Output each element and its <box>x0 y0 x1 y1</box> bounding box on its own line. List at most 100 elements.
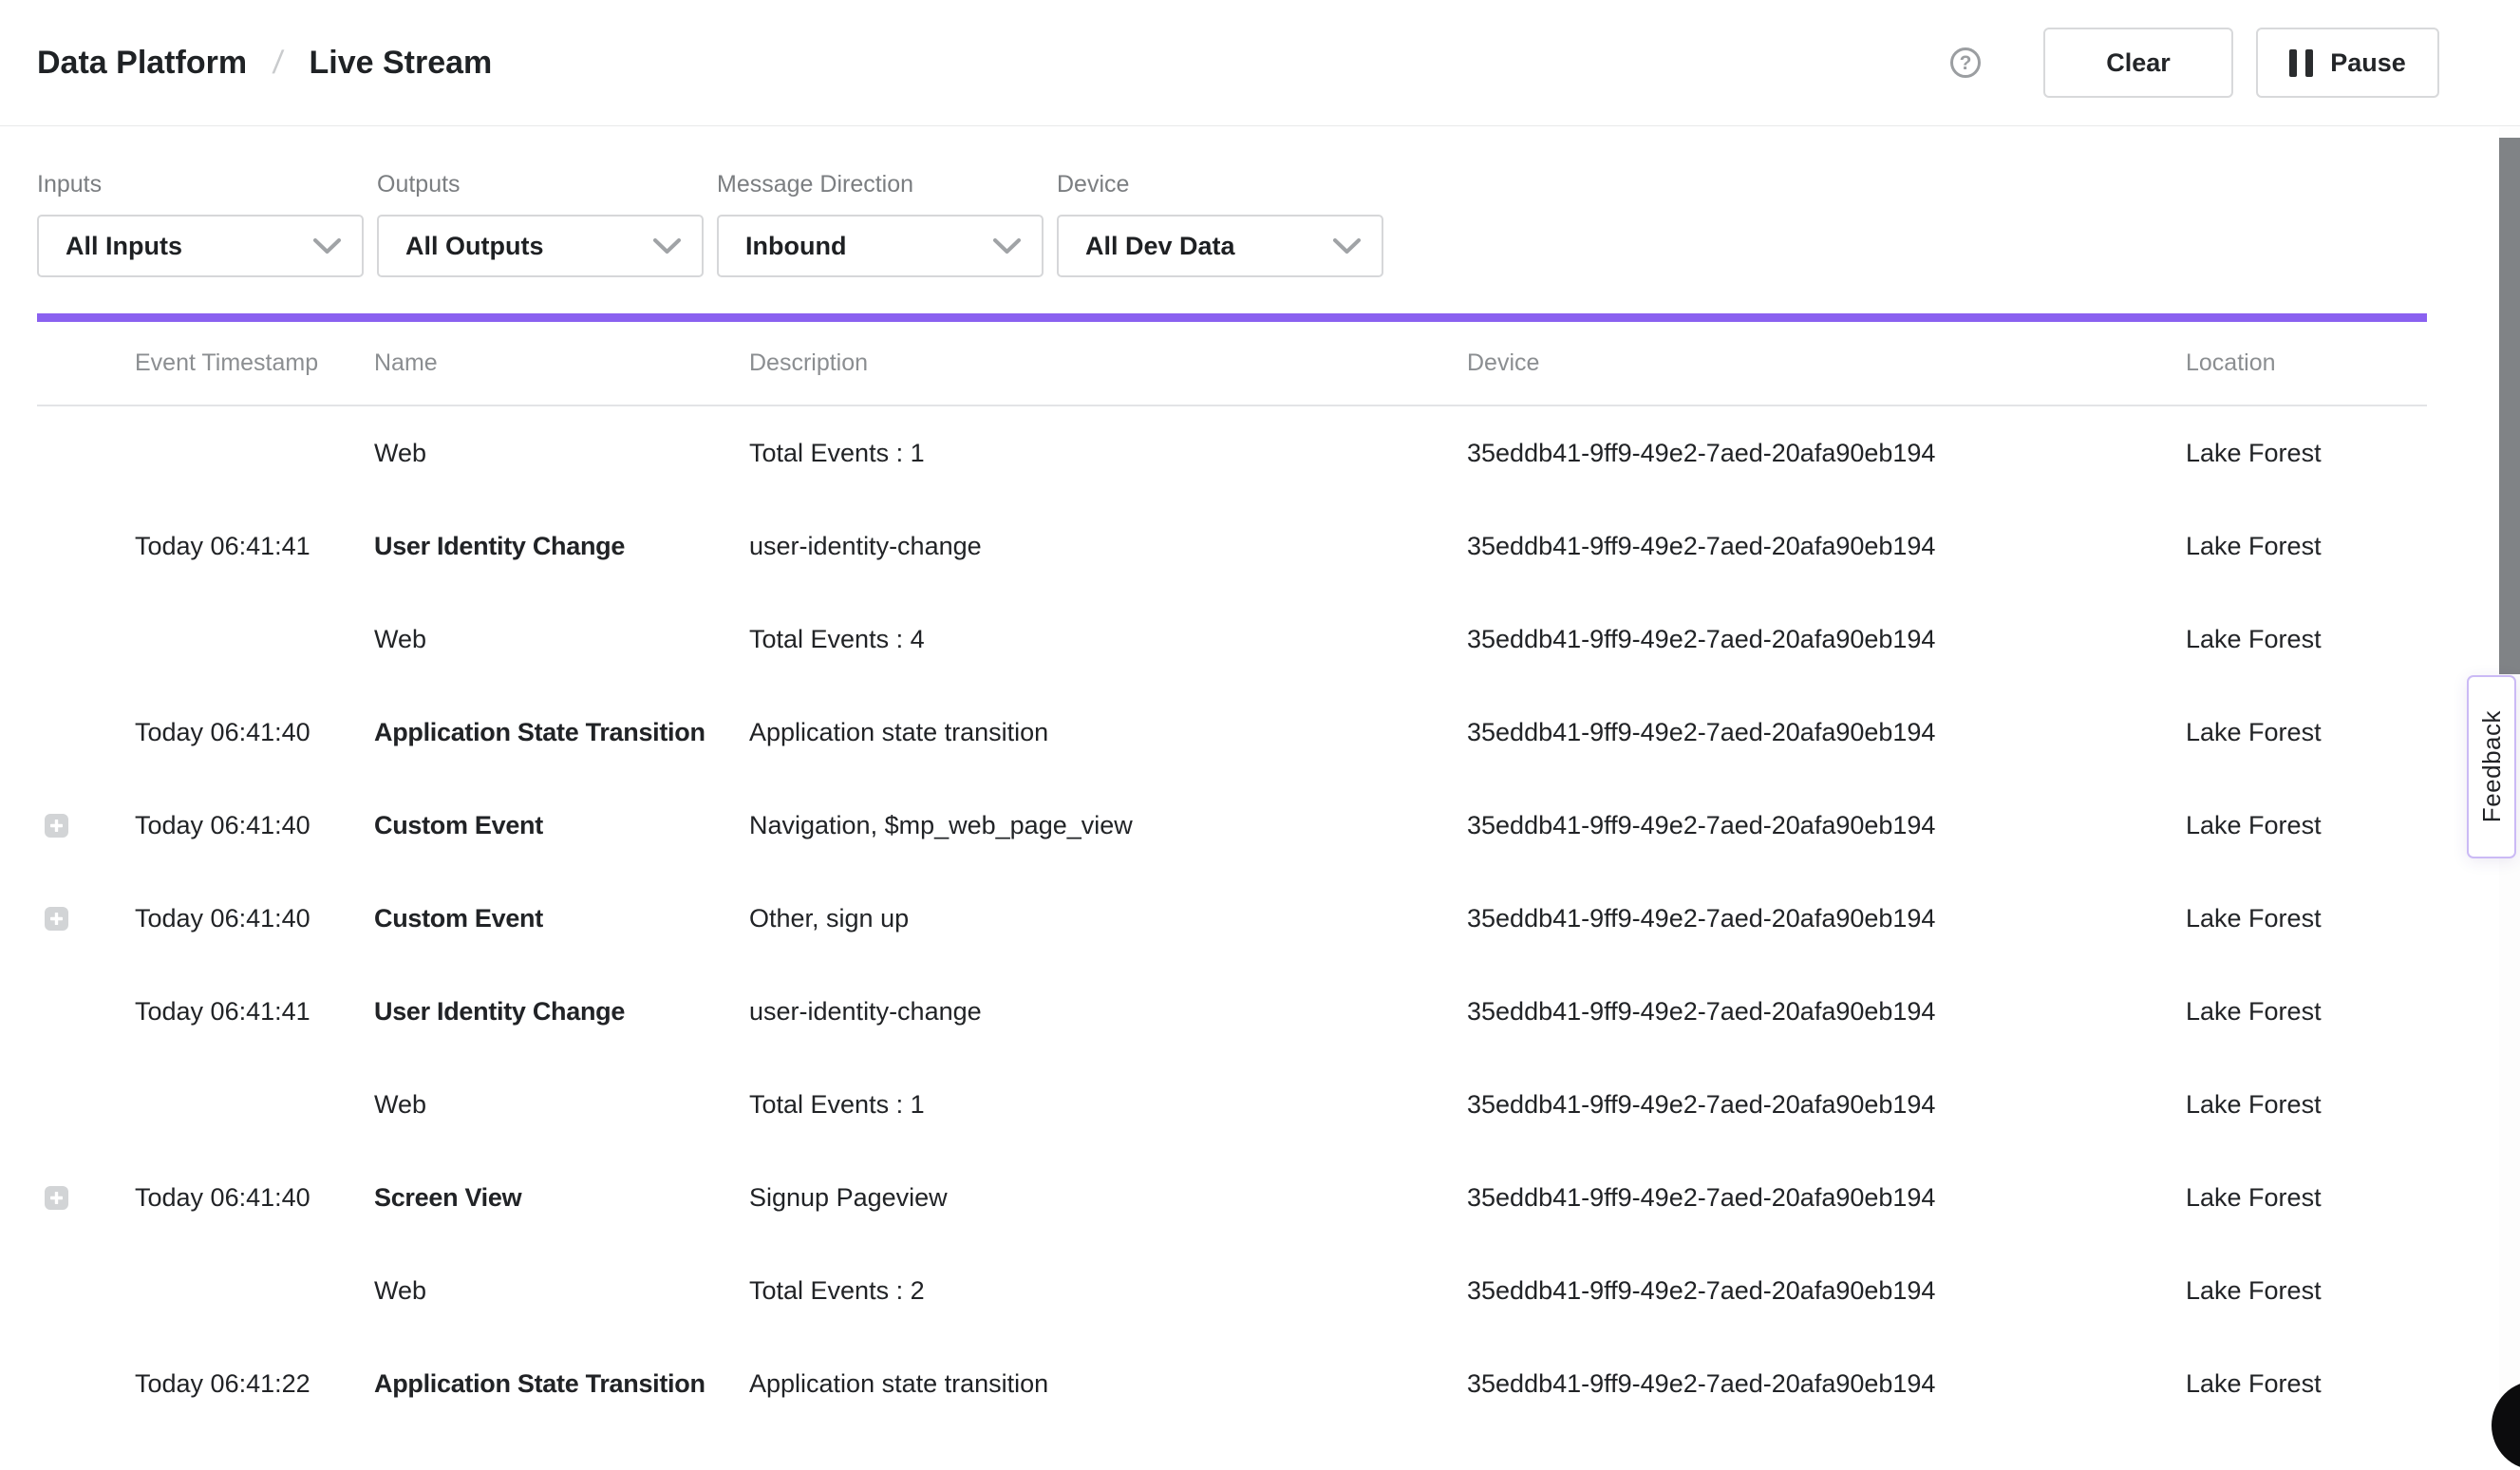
cell-description: Application state transition <box>749 718 1467 747</box>
plus-icon <box>50 820 63 832</box>
cell-device: 35eddb41-9ff9-49e2-7aed-20afa90eb194 <box>1467 625 2186 654</box>
column-header-event-timestamp: Event Timestamp <box>135 349 374 377</box>
clear-button[interactable]: Clear <box>2043 28 2233 98</box>
table-row[interactable]: Today 06:41:41 User Identity Change user… <box>37 499 2427 593</box>
expand-row-button[interactable] <box>45 907 68 931</box>
cell-location: Lake Forest <box>2186 1369 2427 1399</box>
expand-cell <box>37 907 135 931</box>
filter-inputs: Inputs All Inputs <box>37 171 364 277</box>
cell-name: Web <box>374 1276 749 1306</box>
cell-device: 35eddb41-9ff9-49e2-7aed-20afa90eb194 <box>1467 811 2186 840</box>
chevron-down-icon <box>653 238 681 254</box>
cell-name: User Identity Change <box>374 997 749 1027</box>
breadcrumb-live-stream: Live Stream <box>310 45 493 82</box>
inputs-dropdown-value: All Inputs <box>66 232 182 261</box>
cell-location: Lake Forest <box>2186 997 2427 1027</box>
device-dropdown-value: All Dev Data <box>1085 232 1235 261</box>
cell-location: Lake Forest <box>2186 718 2427 747</box>
column-header-name: Name <box>374 349 749 377</box>
cell-description: Signup Pageview <box>749 1183 1467 1213</box>
accent-divider <box>37 313 2427 322</box>
outputs-dropdown[interactable]: All Outputs <box>377 215 704 277</box>
clear-button-label: Clear <box>2106 48 2171 78</box>
top-bar: Data Platform / Live Stream ? Clear Paus… <box>0 0 2520 126</box>
cell-description: Total Events : 2 <box>749 1276 1467 1306</box>
column-header-description: Description <box>749 349 1467 377</box>
cell-name: Custom Event <box>374 904 749 933</box>
cell-timestamp: Today 06:41:40 <box>135 904 374 933</box>
pause-icon <box>2289 49 2313 77</box>
cell-name: Custom Event <box>374 811 749 840</box>
plus-icon <box>50 1192 63 1204</box>
scrollbar-thumb[interactable] <box>2499 138 2520 674</box>
filter-bar: Inputs All Inputs Outputs All Outputs Me… <box>37 171 1383 277</box>
cell-location: Lake Forest <box>2186 1276 2427 1306</box>
cell-description: user-identity-change <box>749 997 1467 1027</box>
outputs-dropdown-value: All Outputs <box>405 232 543 261</box>
cell-device: 35eddb41-9ff9-49e2-7aed-20afa90eb194 <box>1467 718 2186 747</box>
cell-description: Total Events : 1 <box>749 439 1467 468</box>
cell-timestamp: Today 06:41:41 <box>135 532 374 561</box>
expand-row-button[interactable] <box>45 1186 68 1210</box>
cell-location: Lake Forest <box>2186 625 2427 654</box>
cell-name: Screen View <box>374 1183 749 1213</box>
filter-outputs-label: Outputs <box>377 171 704 199</box>
pause-button-label: Pause <box>2330 48 2406 78</box>
chevron-down-icon <box>993 238 1021 254</box>
table-row[interactable]: Web Total Events : 1 35eddb41-9ff9-49e2-… <box>37 406 2427 499</box>
cell-timestamp: Today 06:41:40 <box>135 811 374 840</box>
table-row[interactable]: Today 06:41:41 User Identity Change user… <box>37 965 2427 1058</box>
live-stream-table: Event Timestamp Name Description Device … <box>37 322 2427 1430</box>
table-row[interactable]: Web Total Events : 1 35eddb41-9ff9-49e2-… <box>37 1058 2427 1151</box>
cell-device: 35eddb41-9ff9-49e2-7aed-20afa90eb194 <box>1467 1183 2186 1213</box>
expand-cell <box>37 814 135 838</box>
cell-description: Application state transition <box>749 1369 1467 1399</box>
table-row[interactable]: Today 06:41:40 Screen View Signup Pagevi… <box>37 1151 2427 1244</box>
cell-location: Lake Forest <box>2186 439 2427 468</box>
cell-name: Web <box>374 439 749 468</box>
filter-device-label: Device <box>1057 171 1383 199</box>
cell-description: user-identity-change <box>749 532 1467 561</box>
table-row[interactable]: Web Total Events : 4 35eddb41-9ff9-49e2-… <box>37 593 2427 686</box>
cell-description: Total Events : 1 <box>749 1090 1467 1120</box>
cell-device: 35eddb41-9ff9-49e2-7aed-20afa90eb194 <box>1467 1369 2186 1399</box>
chevron-down-icon <box>313 238 341 254</box>
cell-timestamp: Today 06:41:40 <box>135 718 374 747</box>
feedback-tab[interactable]: Feedback <box>2467 675 2516 858</box>
expand-row-button[interactable] <box>45 814 68 838</box>
pause-button[interactable]: Pause <box>2256 28 2439 98</box>
filter-outputs: Outputs All Outputs <box>377 171 704 277</box>
column-header-location: Location <box>2186 349 2427 377</box>
filter-message-direction: Message Direction Inbound <box>717 171 1044 277</box>
help-icon[interactable]: ? <box>1950 47 1981 78</box>
feedback-tab-label: Feedback <box>2477 710 2507 822</box>
cell-description: Navigation, $mp_web_page_view <box>749 811 1467 840</box>
plus-icon <box>50 913 63 925</box>
cell-timestamp: Today 06:41:22 <box>135 1369 374 1399</box>
table-row[interactable]: Web Total Events : 2 35eddb41-9ff9-49e2-… <box>37 1244 2427 1337</box>
breadcrumb-data-platform[interactable]: Data Platform <box>37 45 247 82</box>
table-row[interactable]: Today 06:41:40 Custom Event Navigation, … <box>37 779 2427 872</box>
column-header-device: Device <box>1467 349 2186 377</box>
cell-description: Total Events : 4 <box>749 625 1467 654</box>
cell-location: Lake Forest <box>2186 904 2427 933</box>
table-row[interactable]: Today 06:41:22 Application State Transit… <box>37 1337 2427 1430</box>
chevron-down-icon <box>1333 238 1361 254</box>
cell-description: Other, sign up <box>749 904 1467 933</box>
breadcrumb: Data Platform / Live Stream <box>37 45 492 82</box>
table-row[interactable]: Today 06:41:40 Custom Event Other, sign … <box>37 872 2427 965</box>
cell-device: 35eddb41-9ff9-49e2-7aed-20afa90eb194 <box>1467 904 2186 933</box>
table-row[interactable]: Today 06:41:40 Application State Transit… <box>37 686 2427 779</box>
filter-inputs-label: Inputs <box>37 171 364 199</box>
breadcrumb-separator: / <box>271 45 285 82</box>
cell-device: 35eddb41-9ff9-49e2-7aed-20afa90eb194 <box>1467 439 2186 468</box>
expand-cell <box>37 1186 135 1210</box>
cell-name: Application State Transition <box>374 1369 749 1399</box>
device-dropdown[interactable]: All Dev Data <box>1057 215 1383 277</box>
inputs-dropdown[interactable]: All Inputs <box>37 215 364 277</box>
message-direction-dropdown[interactable]: Inbound <box>717 215 1044 277</box>
cell-name: Web <box>374 1090 749 1120</box>
table-header-row: Event Timestamp Name Description Device … <box>37 322 2427 406</box>
chat-bubble-button[interactable] <box>2492 1381 2520 1470</box>
cell-device: 35eddb41-9ff9-49e2-7aed-20afa90eb194 <box>1467 997 2186 1027</box>
